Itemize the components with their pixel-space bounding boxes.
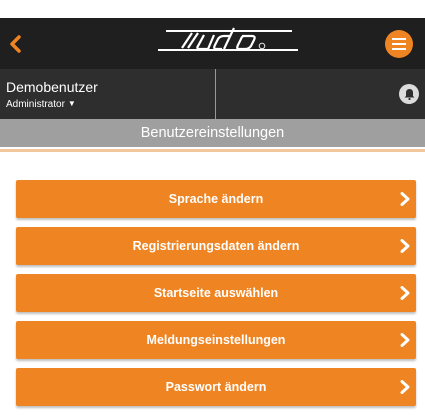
role-dropdown[interactable]: Administrator ▼ [6, 99, 76, 110]
notification-settings-button[interactable]: Meldungseinstellungen [16, 321, 416, 359]
title-divider [0, 149, 425, 152]
chevron-left-icon [10, 35, 21, 53]
menu-item-label: Passwort ändern [165, 380, 267, 394]
change-registration-data-button[interactable]: Registrierungsdaten ändern [16, 227, 416, 265]
menu-item-label: Startseite auswählen [153, 286, 279, 300]
back-button[interactable] [4, 30, 28, 58]
notifications-button[interactable] [399, 84, 419, 104]
select-start-page-button[interactable]: Startseite auswählen [16, 274, 416, 312]
chevron-right-icon [400, 239, 410, 253]
status-bar [0, 0, 425, 18]
caret-down-icon: ▼ [67, 99, 76, 108]
user-bar: Demobenutzer Administrator ▼ [0, 69, 425, 119]
judo-logo [152, 24, 304, 63]
menu-item-label: Meldungseinstellungen [146, 333, 286, 347]
user-name: Demobenutzer [6, 79, 98, 95]
user-info: Demobenutzer Administrator ▼ [0, 69, 216, 119]
role-label: Administrator [6, 99, 65, 110]
app-header [0, 18, 425, 69]
change-password-button[interactable]: Passwort ändern [16, 368, 416, 406]
change-language-button[interactable]: Sprache ändern [16, 180, 416, 218]
chevron-right-icon [400, 380, 410, 394]
bell-icon [404, 89, 414, 100]
menu-item-label: Registrierungsdaten ändern [132, 239, 300, 253]
chevron-right-icon [400, 192, 410, 206]
settings-menu: Sprache ändern Registrierungsdaten änder… [16, 180, 416, 415]
hamburger-icon [392, 38, 406, 50]
chevron-right-icon [400, 333, 410, 347]
page-title: Benutzereinstellungen [0, 119, 425, 147]
menu-item-label: Sprache ändern [168, 192, 264, 206]
chevron-right-icon [400, 286, 410, 300]
menu-button[interactable] [385, 30, 413, 58]
